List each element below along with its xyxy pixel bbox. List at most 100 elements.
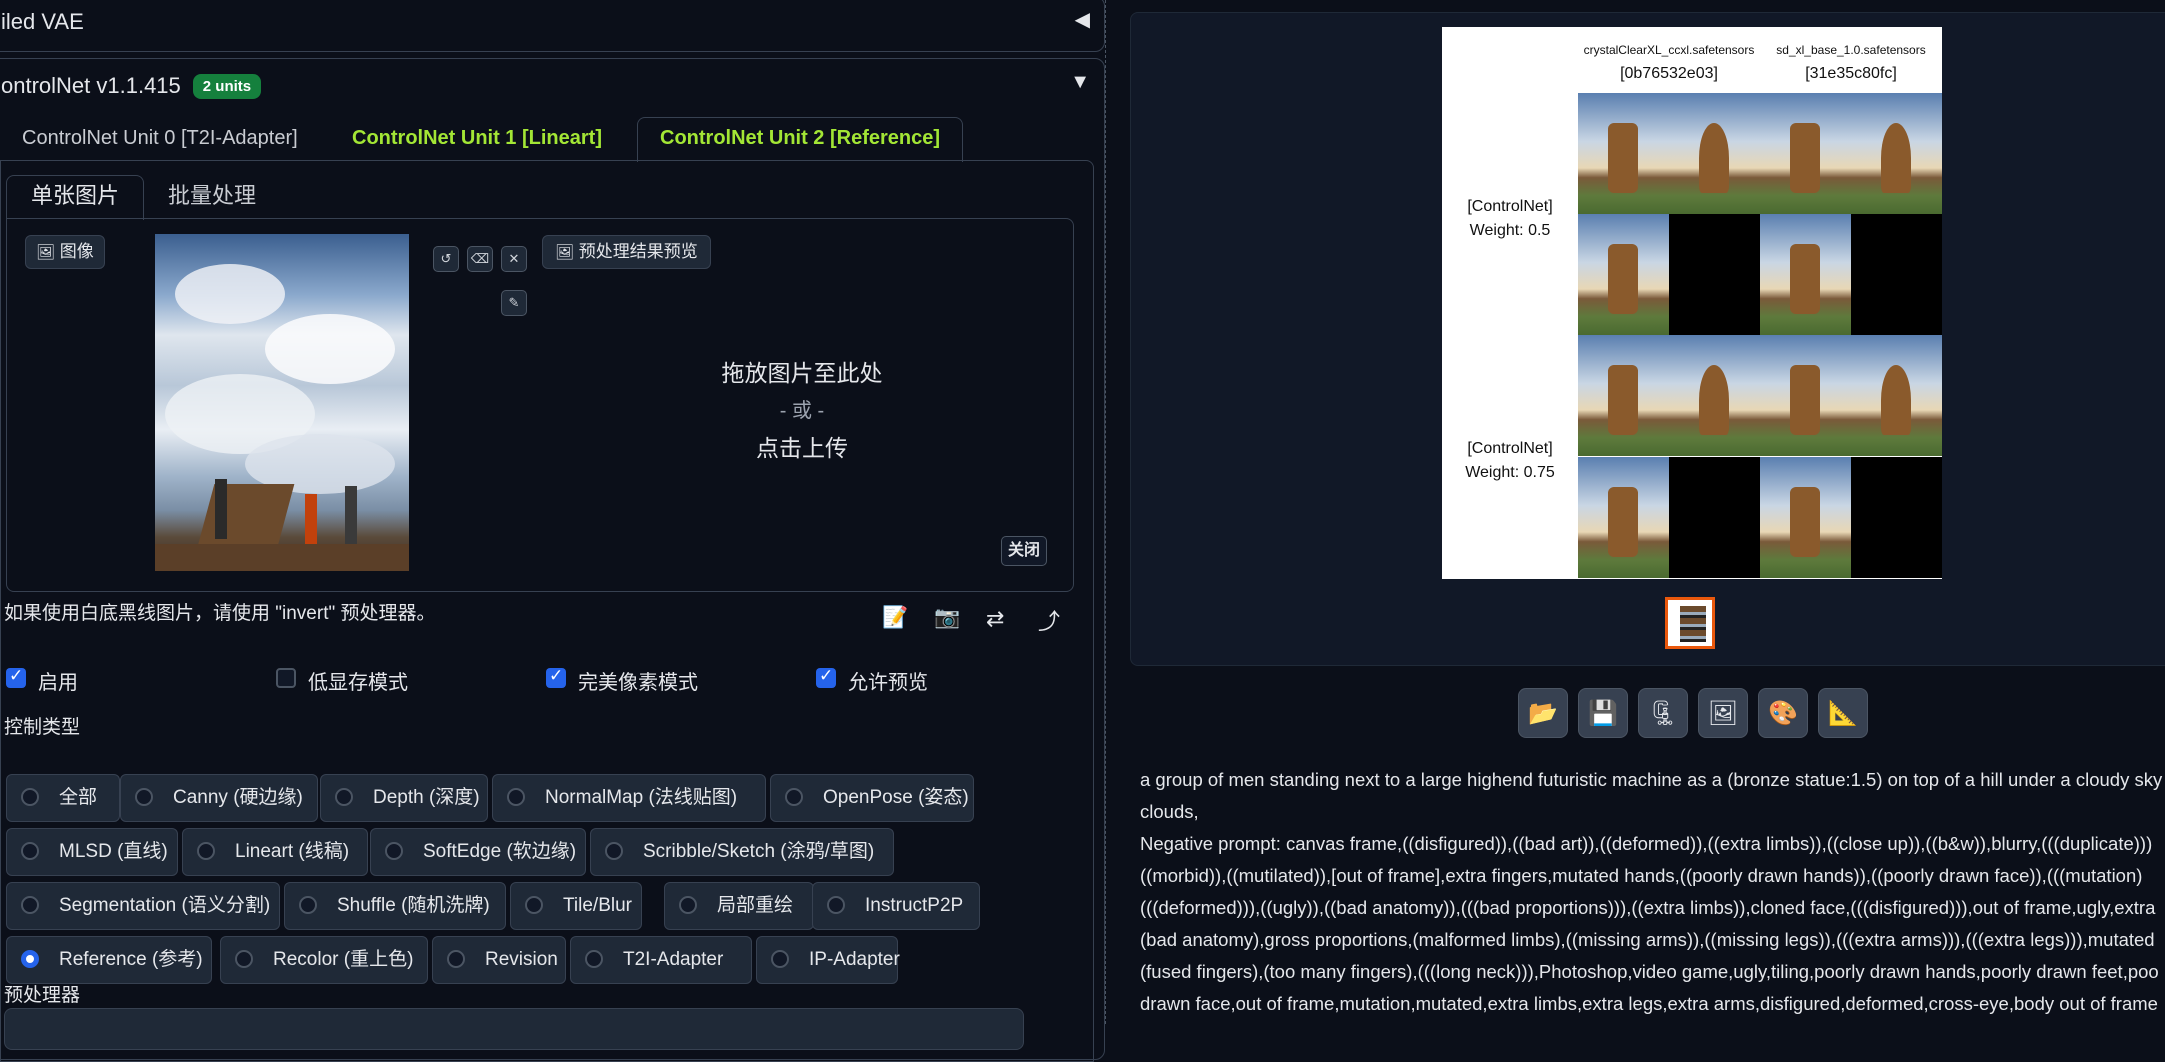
edit-icon[interactable]: 📝	[882, 606, 908, 630]
row-header-2-line1: [ControlNet]	[1467, 440, 1553, 457]
send-to-img2img-button[interactable]: 🖼	[1698, 688, 1748, 738]
radio-button[interactable]	[585, 950, 603, 968]
low-vram-checkbox[interactable]	[276, 668, 296, 688]
col-header-hash-2: [31e35c80fc]	[1805, 65, 1897, 82]
control-type-option[interactable]: Shuffle (随机洗牌)	[284, 882, 506, 930]
radio-button[interactable]	[21, 950, 39, 968]
control-type-label: OpenPose (姿态)	[823, 787, 969, 808]
vae-accordion[interactable]: iled VAE ◀	[0, 0, 1105, 52]
save-button[interactable]: 💾	[1578, 688, 1628, 738]
preprocessor-dropdown[interactable]	[4, 1008, 1024, 1050]
invert-hint: 如果使用白底黑线图片，请使用 "invert" 预处理器。	[4, 603, 436, 624]
control-type-option[interactable]: MLSD (直线)	[6, 828, 178, 876]
drop-text: 拖放图片至此处	[721, 360, 883, 386]
radio-button[interactable]	[679, 896, 697, 914]
row-header-1-line1: [ControlNet]	[1467, 198, 1553, 215]
row-header-1-line2: Weight: 0.5	[1469, 222, 1551, 239]
control-type-option[interactable]: T2I-Adapter	[570, 936, 752, 984]
radio-button[interactable]	[771, 950, 789, 968]
control-type-option[interactable]: NormalMap (法线贴图)	[492, 774, 766, 822]
control-type-option[interactable]: Lineart (线稿)	[182, 828, 368, 876]
send-to-inpaint-button[interactable]: 🎨	[1758, 688, 1808, 738]
camera-icon[interactable]: 📷	[934, 606, 960, 630]
control-type-option[interactable]: Tile/Blur	[510, 882, 642, 930]
radio-button[interactable]	[525, 896, 543, 914]
control-type-option[interactable]: Reference (参考)	[6, 936, 212, 984]
control-type-option[interactable]: Revision	[432, 936, 566, 984]
uploaded-image[interactable]	[155, 234, 409, 571]
control-type-option[interactable]: Canny (硬边缘)	[120, 774, 318, 822]
radio-button[interactable]	[21, 842, 39, 860]
radio-button[interactable]	[235, 950, 253, 968]
row-header-2-line2: Weight: 0.75	[1465, 464, 1555, 481]
control-type-option[interactable]: 局部重绘	[664, 882, 814, 930]
radio-button[interactable]	[827, 896, 845, 914]
tab-unit-2[interactable]: ControlNet Unit 2 [Reference]	[637, 117, 964, 162]
tab-unit-0[interactable]: ControlNet Unit 0 [T2I-Adapter]	[0, 118, 320, 158]
control-type-option[interactable]: Scribble/Sketch (涂鸦/草图)	[590, 828, 894, 876]
tab-batch[interactable]: 批量处理	[146, 176, 278, 216]
radio-button[interactable]	[21, 896, 39, 914]
control-type-label: NormalMap (法线贴图)	[545, 787, 738, 808]
radio-button[interactable]	[299, 896, 317, 914]
zip-button[interactable]: 🗜	[1638, 688, 1688, 738]
close-button[interactable]: 关闭	[1001, 536, 1048, 566]
control-type-option[interactable]: OpenPose (姿态)	[770, 774, 974, 822]
allow-preview-checkbox[interactable]	[816, 666, 836, 688]
control-type-label: Revision	[485, 949, 558, 970]
control-type-label: 全部	[59, 787, 98, 808]
xyz-grid-image[interactable]: crystalClearXL_ccxl.safetensors [0b76532…	[1442, 27, 1942, 579]
send-dimensions-icon[interactable]: ⤴	[1038, 604, 1060, 636]
tab-single-image[interactable]: 单张图片	[6, 175, 145, 220]
grid-cell-image	[1760, 93, 1851, 214]
radio-button[interactable]	[197, 842, 215, 860]
control-type-option[interactable]: InstructP2P	[812, 882, 980, 930]
radio-button[interactable]	[447, 950, 465, 968]
control-type-option[interactable]: Segmentation (语义分割)	[6, 882, 280, 930]
control-type-label: Canny (硬边缘)	[173, 787, 303, 808]
swap-icon[interactable]: ⇄	[986, 606, 1004, 632]
radio-button[interactable]	[785, 788, 803, 806]
grid-cell-image	[1669, 457, 1760, 578]
enable-checkbox[interactable]	[6, 666, 26, 688]
radio-button[interactable]	[507, 788, 525, 806]
radio-button[interactable]	[385, 842, 403, 860]
control-type-label: Tile/Blur	[563, 895, 632, 916]
control-type-label: MLSD (直线)	[59, 841, 168, 862]
control-type-option[interactable]: Depth (深度)	[320, 774, 488, 822]
eraser-icon[interactable]: ⌫	[467, 246, 493, 272]
column-divider	[1105, 0, 1106, 1024]
units-badge: 2 units	[192, 73, 262, 99]
output-panel: crystalClearXL_ccxl.safetensors [0b76532…	[1130, 0, 2165, 1024]
left-panel: iled VAE ◀ ontrolNet v1.1.415 2 units ▼ …	[0, 0, 1110, 1062]
radio-button[interactable]	[335, 788, 353, 806]
drop-zone[interactable]: 拖放图片至此处 - 或 - 点击上传	[587, 354, 1017, 463]
radio-button[interactable]	[605, 842, 623, 860]
control-type-label: 控制类型	[4, 717, 81, 738]
row-header-1: [ControlNet] Weight: 0.5	[1442, 195, 1578, 243]
vae-accordion-title: iled VAE	[1, 9, 84, 34]
brush-icon[interactable]: ✎	[501, 290, 527, 316]
control-type-label: Recolor (重上色)	[273, 949, 414, 970]
grid-cell-image	[1851, 93, 1942, 214]
send-to-extras-button[interactable]: 📐	[1818, 688, 1868, 738]
tab-unit-1[interactable]: ControlNet Unit 1 [Lineart]	[330, 118, 624, 158]
radio-button[interactable]	[21, 788, 39, 806]
controlnet-header[interactable]: ontrolNet v1.1.415 2 units	[1, 73, 262, 99]
pixel-perfect-checkbox[interactable]	[546, 666, 566, 688]
open-folder-button[interactable]: 📂	[1518, 688, 1568, 738]
rotate-icon[interactable]: ↺	[433, 246, 459, 272]
prompt-line: (bad anatomy),gross proportions,(malform…	[1140, 929, 2155, 950]
control-type-option[interactable]: 全部	[6, 774, 120, 822]
radio-button[interactable]	[135, 788, 153, 806]
clear-icon[interactable]: ✕	[501, 246, 527, 272]
collapse-down-arrow-icon[interactable]: ▼	[1070, 71, 1090, 94]
prompt-line: clouds,	[1140, 801, 1199, 822]
collapse-left-arrow-icon[interactable]: ◀	[1075, 7, 1090, 32]
preview-image-icon: 🖼	[555, 244, 575, 261]
control-type-option[interactable]: IP-Adapter	[756, 936, 900, 984]
gallery-thumbnail[interactable]	[1665, 597, 1715, 649]
control-type-option[interactable]: Recolor (重上色)	[220, 936, 428, 984]
preview-label-text: 预处理结果预览	[578, 242, 698, 261]
control-type-option[interactable]: SoftEdge (软边缘)	[370, 828, 586, 876]
